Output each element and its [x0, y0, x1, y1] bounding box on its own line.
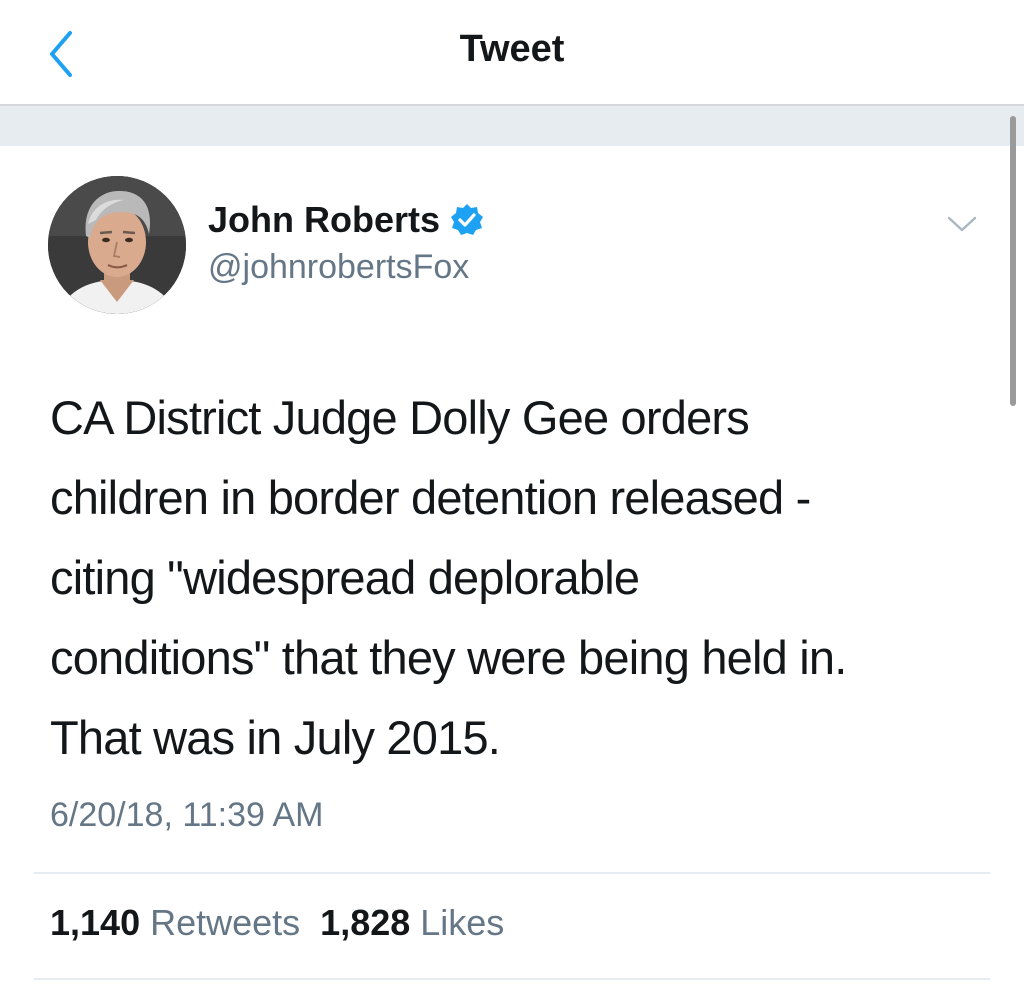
page-title: Tweet: [459, 28, 565, 70]
nav-bar: Tweet: [0, 0, 1024, 106]
retweets-stat[interactable]: 1,140 Retweets: [50, 902, 320, 944]
likes-count: 1,828: [320, 902, 411, 943]
divider: [34, 978, 990, 980]
tweet-text-line: citing "widespread deplorable: [50, 551, 640, 604]
tweet-stats: 1,140 Retweets 1,828 Likes: [50, 902, 524, 944]
tweet-text-line: CA District Judge Dolly Gee orders: [50, 391, 750, 444]
tweet-text-line: conditions" that they were being held in…: [50, 631, 847, 684]
retweets-label: Retweets: [150, 902, 301, 943]
tweet-timestamp: 6/20/18, 11:39 AM: [50, 796, 324, 834]
chevron-down-icon: [947, 216, 977, 232]
tweet-text-line: children in border detention released -: [50, 471, 811, 524]
scrollbar[interactable]: [1010, 116, 1016, 406]
avatar-portrait: [48, 176, 186, 314]
retweets-count: 1,140: [50, 902, 141, 943]
avatar[interactable]: [48, 176, 186, 314]
tweet-options-button[interactable]: [940, 206, 984, 242]
likes-label: Likes: [420, 902, 505, 943]
author-name-row[interactable]: John Roberts: [208, 198, 484, 242]
tweet-text: CA District Judge Dolly Gee orders child…: [50, 378, 1000, 778]
tweet-text-line: That was in July 2015.: [50, 711, 501, 764]
divider: [34, 872, 990, 874]
section-separator: [0, 106, 1024, 146]
verified-badge-icon: [451, 204, 484, 235]
likes-stat[interactable]: 1,828 Likes: [320, 902, 524, 944]
author-handle[interactable]: @johnrobertsFox: [208, 248, 469, 287]
author-display-name[interactable]: John Roberts: [208, 199, 440, 241]
